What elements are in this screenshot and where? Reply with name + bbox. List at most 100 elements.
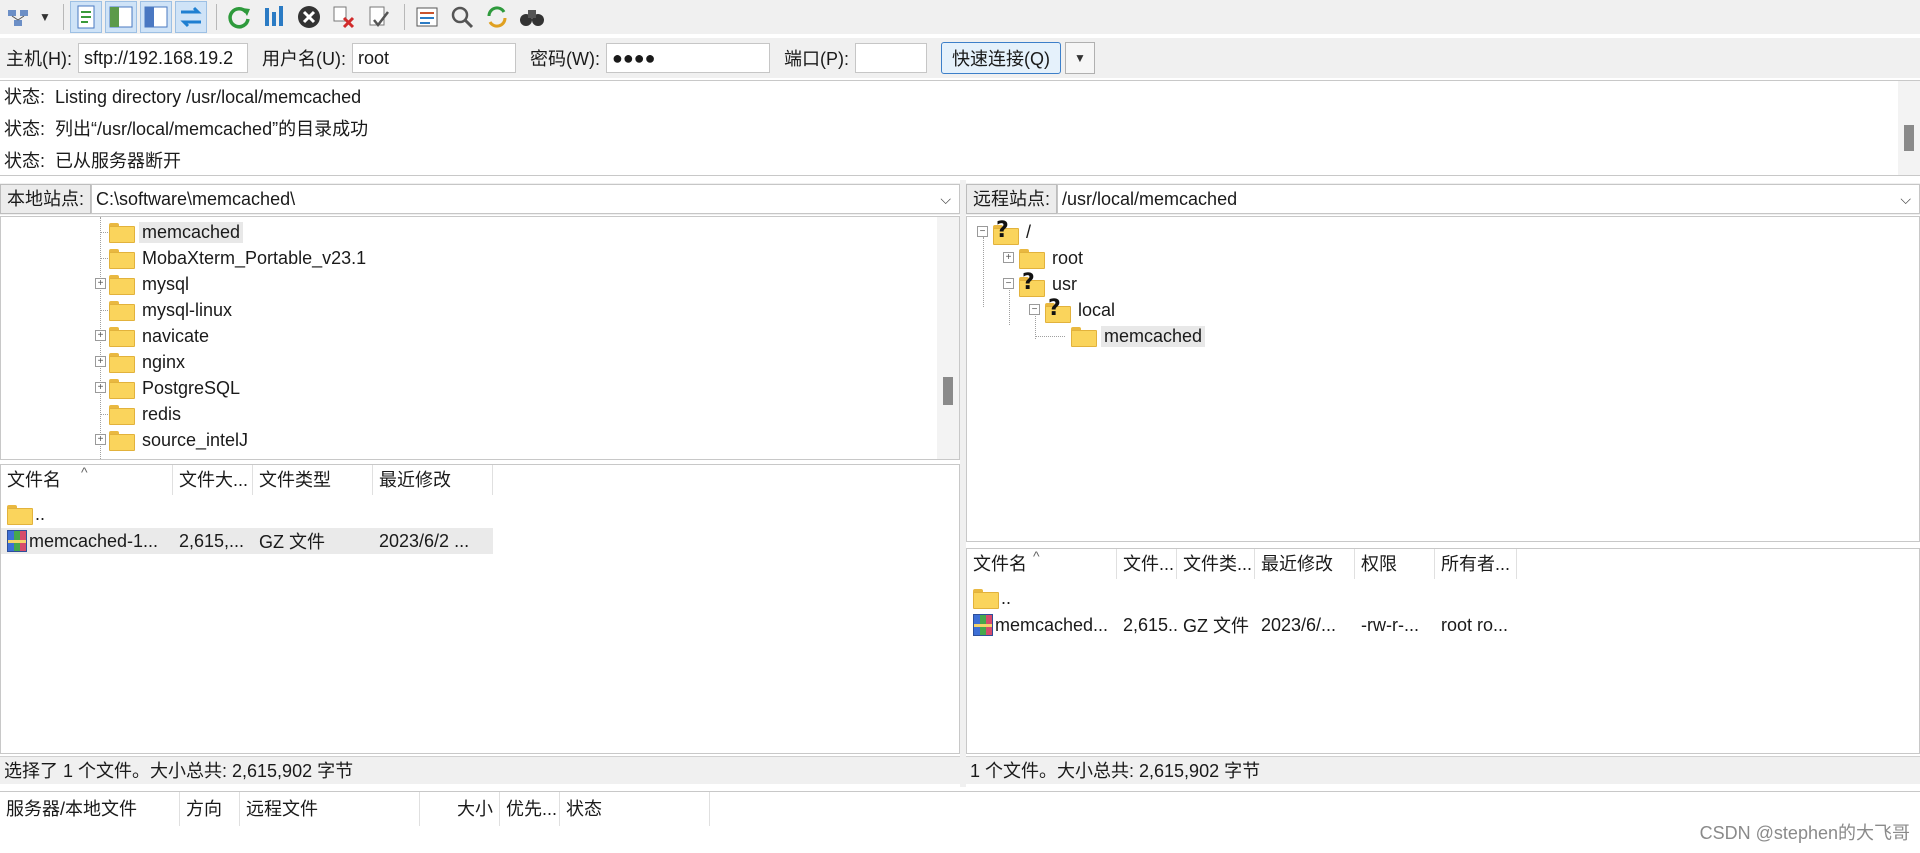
tree-item-postgresql[interactable]: + PostgreSQL (95, 375, 243, 401)
password-label: 密码(W): (530, 49, 600, 69)
username-input[interactable] (352, 43, 516, 73)
tree-item-root[interactable]: + root (1003, 245, 1086, 271)
host-input[interactable] (78, 43, 248, 73)
tree-item-memcached[interactable]: memcached (100, 219, 244, 245)
local-list-header: 文件名 ^ 文件大... 文件类型 最近修改 (1, 465, 493, 495)
expand-icon[interactable]: + (95, 356, 106, 367)
column-header-owner[interactable]: 所有者... (1435, 549, 1517, 579)
local-tree-scrollbar-thumb[interactable] (943, 377, 953, 405)
column-header-priority[interactable]: 优先... (500, 792, 560, 826)
remote-site-bar: 远程站点: /usr/local/memcached ⌵ (966, 183, 1920, 215)
list-item[interactable]: .. (967, 585, 1517, 611)
column-header-filename[interactable]: 文件名 ^ (1, 465, 173, 495)
toggle-remote-tree-icon[interactable] (139, 1, 172, 33)
column-header-size[interactable]: 文件... (1117, 549, 1177, 579)
directory-listing-filter-icon[interactable] (411, 1, 443, 33)
sync-browsing-icon[interactable] (481, 1, 513, 33)
folder-icon (109, 275, 135, 295)
remote-site-label: 远程站点: (966, 184, 1058, 214)
archive-icon (973, 614, 993, 636)
reconnect-icon[interactable] (363, 1, 395, 33)
collapse-icon[interactable]: − (1029, 304, 1040, 315)
folder-icon (109, 405, 135, 425)
tree-item-mobaxterm[interactable]: MobaXterm_Portable_v23.1 (100, 245, 369, 271)
port-label: 端口(P): (783, 49, 849, 69)
cancel-icon[interactable] (293, 1, 325, 33)
local-path-combobox[interactable]: C:\software\memcached\ ⌵ (91, 184, 960, 214)
archive-icon (7, 530, 27, 552)
tree-item-mysql-linux[interactable]: mysql-linux (100, 297, 235, 323)
list-item[interactable]: memcached... 2,615... GZ 文件 2023/6/... -… (967, 612, 1517, 638)
password-input[interactable] (605, 43, 770, 73)
tree-item-redis[interactable]: redis (100, 401, 184, 427)
column-header-modified[interactable]: 最近修改 (1255, 549, 1355, 579)
local-status-bar: 选择了 1 个文件。大小总共: 2,615,902 字节 (0, 756, 960, 784)
process-queue-icon[interactable] (258, 1, 290, 33)
folder-icon (109, 379, 135, 399)
tree-item-nginx[interactable]: + nginx (95, 349, 188, 375)
remote-directory-tree[interactable]: − ? / + root − ? usr − ? local memcached (966, 216, 1920, 542)
column-header-modified[interactable]: 最近修改 (373, 465, 493, 495)
expand-icon[interactable]: + (95, 330, 106, 341)
chevron-down-icon[interactable]: ⌵ (940, 185, 951, 213)
unknown-folder-icon: ? (993, 218, 1019, 245)
list-item[interactable]: .. (1, 501, 493, 527)
chevron-down-icon[interactable]: ⌵ (1900, 185, 1911, 213)
expand-icon[interactable]: + (95, 434, 106, 445)
port-input[interactable] (854, 43, 927, 73)
column-header-size[interactable]: 大小 (420, 792, 500, 826)
local-file-list[interactable]: 文件名 ^ 文件大... 文件类型 最近修改 .. memcached-1... … (0, 464, 960, 754)
site-manager-icon[interactable] (4, 1, 36, 33)
collapse-icon[interactable]: − (977, 226, 988, 237)
log-line: 状态: 已从服务器断开 (4, 151, 182, 171)
column-header-remote-file[interactable]: 远程文件 (240, 792, 420, 826)
search-files-icon[interactable] (516, 1, 548, 33)
column-header-direction[interactable]: 方向 (180, 792, 240, 826)
column-header-status[interactable]: 状态 (560, 792, 710, 826)
column-header-type[interactable]: 文件类型 (253, 465, 373, 495)
unknown-folder-icon: ? (1019, 270, 1045, 297)
unknown-folder-icon: ? (1045, 296, 1071, 323)
tree-item-source-intelj[interactable]: + source_intelJ (95, 427, 251, 453)
tree-item-usr[interactable]: − ? usr (1003, 270, 1080, 297)
local-site-bar: 本地站点: C:\software\memcached\ ⌵ (0, 183, 960, 215)
list-item[interactable]: memcached-1... 2,615,... GZ 文件 2023/6/2 … (1, 528, 493, 554)
column-header-filename[interactable]: 文件名 ^ (967, 549, 1117, 579)
remote-file-list[interactable]: 文件名 ^ 文件... 文件类... 最近修改 权限 所有者... .. memc… (966, 548, 1920, 754)
folder-icon (973, 589, 999, 609)
column-header-size[interactable]: 文件大... (173, 465, 253, 495)
folder-icon (7, 505, 33, 525)
disconnect-icon[interactable] (328, 1, 360, 33)
toggle-log-icon[interactable] (69, 1, 102, 33)
expand-icon[interactable]: + (1003, 252, 1014, 263)
local-directory-tree[interactable]: memcached MobaXterm_Portable_v23.1 + mys… (0, 216, 960, 460)
remote-path-combobox[interactable]: /usr/local/memcached ⌵ (1057, 184, 1920, 214)
tree-item-local[interactable]: − ? local (1029, 296, 1118, 323)
column-header-type[interactable]: 文件类... (1177, 549, 1255, 579)
local-tree-scrollbar[interactable] (937, 217, 959, 459)
column-header-permissions[interactable]: 权限 (1355, 549, 1435, 579)
watermark: CSDN @stephen的大飞哥 (1699, 823, 1910, 843)
compare-directories-icon[interactable] (446, 1, 478, 33)
username-label: 用户名(U): (262, 49, 346, 69)
tree-item-navicate[interactable]: + navicate (95, 323, 212, 349)
toggle-local-tree-icon[interactable] (104, 1, 137, 33)
toggle-queue-icon[interactable] (174, 1, 207, 33)
refresh-icon[interactable] (223, 1, 255, 33)
expand-icon[interactable]: + (95, 382, 106, 393)
tree-item-mysql[interactable]: + mysql (95, 271, 192, 297)
collapse-icon[interactable]: − (1003, 278, 1014, 289)
folder-icon (109, 223, 135, 243)
transfer-queue[interactable]: 服务器/本地文件 方向 远程文件 大小 优先... 状态 CSDN @steph… (0, 791, 1920, 853)
quickconnect-dropdown-icon[interactable]: ▼ (1064, 42, 1095, 74)
log-scrollbar-thumb[interactable] (1904, 125, 1914, 151)
log-scrollbar[interactable] (1898, 81, 1920, 175)
site-manager-dropdown-icon[interactable]: ▼ (39, 10, 51, 24)
tree-item-memcached[interactable]: memcached (1035, 323, 1206, 349)
folder-icon (109, 301, 135, 321)
quickconnect-button[interactable]: 快速连接(Q) (940, 42, 1061, 74)
tree-item-root-slash[interactable]: − ? / (977, 218, 1034, 245)
expand-icon[interactable]: + (95, 278, 106, 289)
queue-header: 服务器/本地文件 方向 远程文件 大小 优先... 状态 (0, 792, 1920, 826)
column-header-server-local-file[interactable]: 服务器/本地文件 (0, 792, 180, 826)
